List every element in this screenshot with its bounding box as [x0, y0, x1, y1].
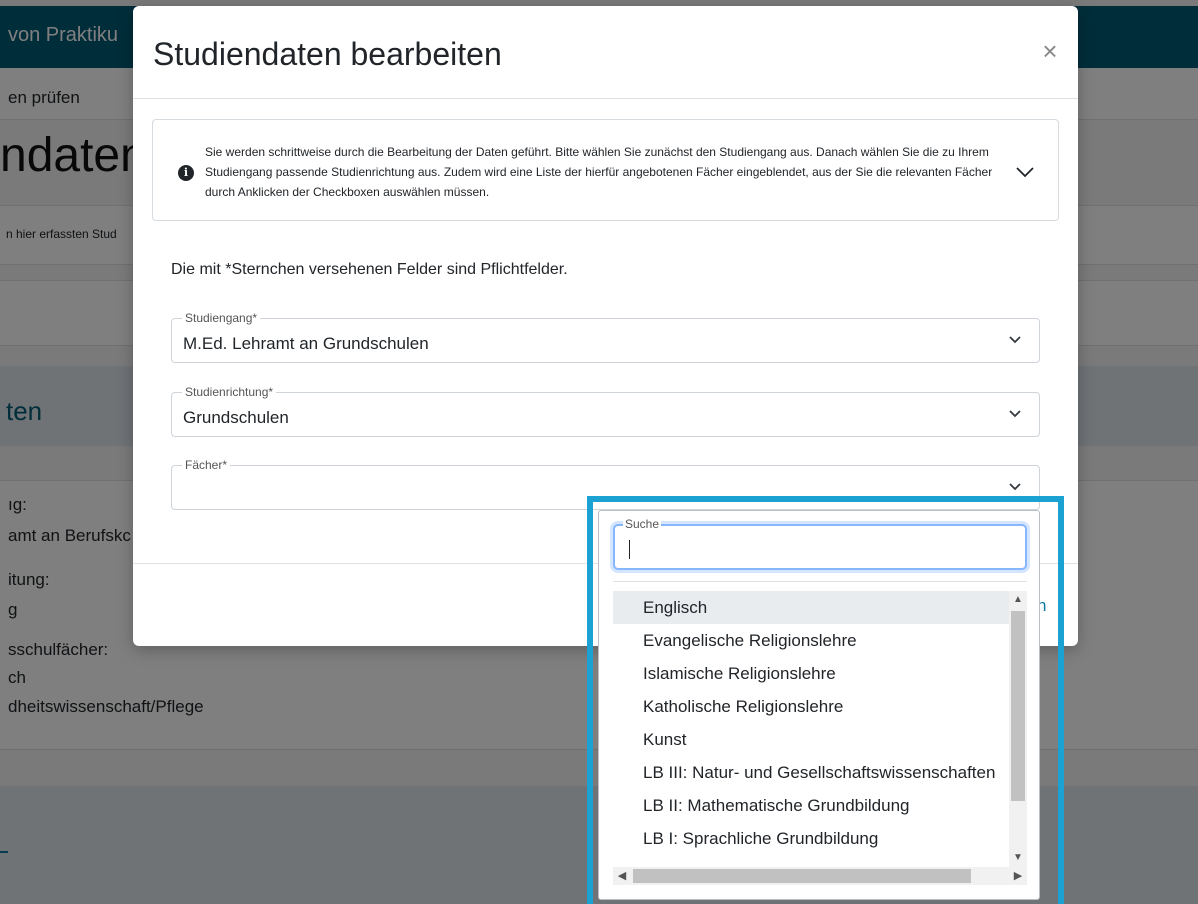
chevron-down-icon	[1009, 483, 1021, 491]
chevron-down-icon	[1009, 410, 1021, 418]
list-item[interactable]: Kunst	[613, 723, 1009, 756]
scroll-down-icon[interactable]: ▼	[1009, 849, 1027, 867]
search-label: Suche	[623, 517, 662, 531]
info-circle-icon: i	[178, 165, 194, 181]
scroll-up-icon[interactable]: ▲	[1009, 591, 1027, 609]
list-item[interactable]: LB II: Mathematische Grundbildung	[613, 789, 1009, 822]
studienrichtung-label: Studienrichtung*	[182, 385, 277, 399]
horizontal-scroll-thumb[interactable]	[633, 869, 971, 883]
studiengang-select[interactable]: Studiengang* M.Ed. Lehramt an Grundschul…	[171, 311, 1040, 363]
studiengang-label: Studiengang*	[182, 311, 261, 325]
info-text: Sie werden schrittweise durch die Bearbe…	[205, 145, 993, 199]
scroll-right-icon[interactable]: ▶	[1009, 867, 1027, 885]
list-item[interactable]: LB I: Sprachliche Grundbildung	[613, 822, 1009, 855]
list-item[interactable]: LB III: Natur- und Gesellschaftswissensc…	[613, 756, 1009, 789]
modal-title: Studiendaten bearbeiten	[153, 36, 502, 72]
list-item[interactable]: Katholische Religionslehre	[613, 690, 1009, 723]
faecher-label: Fächer*	[182, 458, 231, 472]
chevron-down-icon[interactable]	[1015, 164, 1035, 180]
list-item[interactable]: Islamische Religionslehre	[613, 657, 1009, 690]
studienrichtung-value: Grundschulen	[183, 408, 289, 427]
list-item[interactable]: Evangelische Religionslehre	[613, 624, 1009, 657]
faecher-dropdown: Suche Englisch Evangelische Religionsleh…	[598, 510, 1040, 900]
subject-list: Englisch Evangelische Religionslehre Isl…	[613, 591, 1009, 867]
horizontal-scrollbar[interactable]: ◀ ▶	[613, 867, 1027, 885]
modal-header: Studiendaten bearbeiten ×	[133, 6, 1078, 99]
search-input[interactable]: Suche	[613, 517, 1027, 570]
info-alert: i Sie werden schrittweise durch die Bear…	[152, 119, 1059, 221]
list-item[interactable]: Englisch	[613, 591, 1009, 624]
required-fields-note: Die mit *Sternchen versehenen Felder sin…	[171, 261, 568, 278]
chevron-down-icon	[1009, 336, 1021, 344]
text-caret	[629, 540, 630, 559]
vertical-scrollbar[interactable]: ▲ ▼	[1009, 591, 1027, 867]
scroll-left-icon[interactable]: ◀	[613, 867, 631, 885]
studienrichtung-select[interactable]: Studienrichtung* Grundschulen	[171, 385, 1040, 437]
studiengang-value: M.Ed. Lehramt an Grundschulen	[183, 334, 429, 353]
vertical-scroll-thumb[interactable]	[1011, 611, 1025, 801]
dropdown-divider	[613, 581, 1027, 582]
close-icon[interactable]: ×	[1035, 36, 1065, 66]
